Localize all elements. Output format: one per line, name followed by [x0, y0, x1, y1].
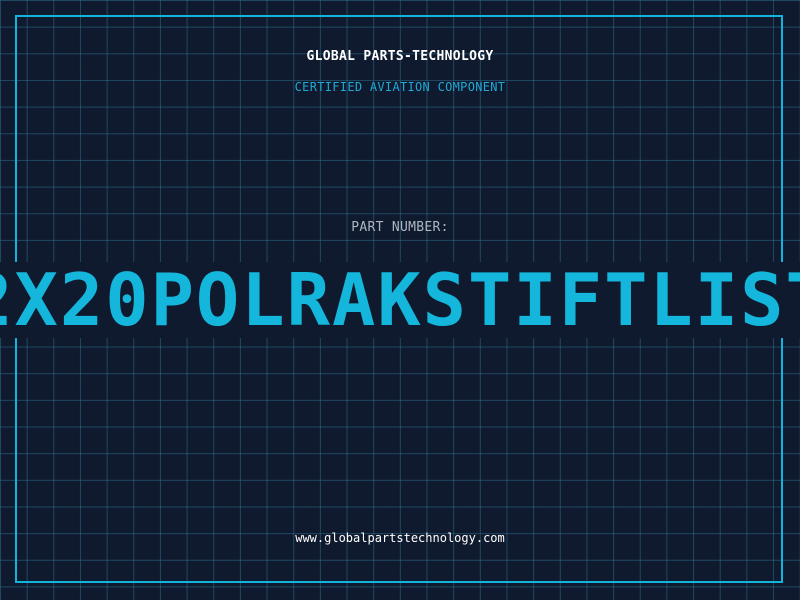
certification-subtitle: CERTIFIED AVIATION COMPONENT: [294, 80, 506, 94]
website-url: www.globalpartstechnology.com: [295, 531, 505, 545]
part-number-band: 2X20POLRAKSTIFTLIST: [0, 262, 800, 338]
part-number-value: 2X20POLRAKSTIFTLIST: [0, 262, 800, 338]
company-name: GLOBAL PARTS-TECHNOLOGY: [306, 49, 494, 64]
part-number-label: PART NUMBER:: [351, 220, 449, 235]
